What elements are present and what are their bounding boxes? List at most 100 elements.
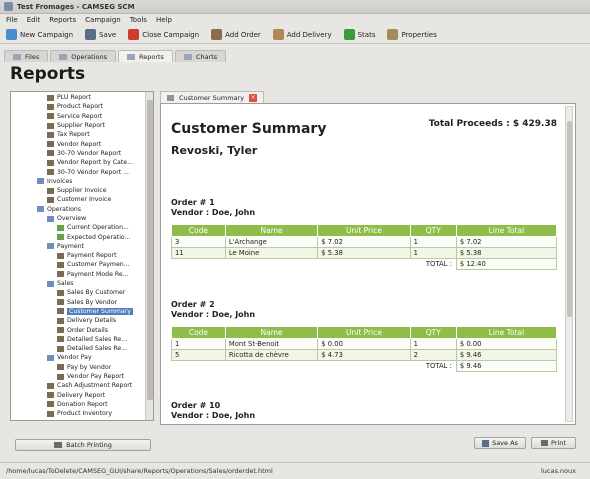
customer-name: Revoski, Tyler xyxy=(171,144,258,157)
tree-item-label: Operations xyxy=(47,205,82,213)
tree-item[interactable]: Invoices xyxy=(11,177,153,186)
tree-item[interactable]: Donation Report xyxy=(11,400,153,409)
report-icon xyxy=(47,131,54,138)
tree-item[interactable]: Supplier Invoice xyxy=(11,186,153,195)
menu-reports[interactable]: Reports xyxy=(49,16,76,24)
column-header: Name xyxy=(224,224,319,237)
tree-item[interactable]: Delivery Report xyxy=(11,391,153,400)
tree-item[interactable]: Pay by Vendor xyxy=(11,363,153,372)
properties-button[interactable]: Properties xyxy=(385,27,438,43)
tree-item-label: PLU Report xyxy=(57,94,91,102)
tree-item[interactable]: Customer Paymen... xyxy=(11,260,153,269)
column-header: Unit Price xyxy=(317,326,411,339)
close-icon[interactable]: × xyxy=(249,93,258,102)
tab-reports[interactable]: Reports xyxy=(118,50,173,62)
tree-item[interactable]: Payment xyxy=(11,242,153,251)
report-icon xyxy=(57,373,64,380)
add-order-button[interactable]: Add Order xyxy=(209,27,263,43)
tree-item[interactable]: Expected Operatio... xyxy=(11,232,153,241)
tree-item[interactable]: 30-70 Vendor Report xyxy=(11,149,153,158)
menu-edit[interactable]: Edit xyxy=(27,16,41,24)
tree-item-label: Vendor Report xyxy=(57,140,102,148)
tab-customer-summary[interactable]: Customer Summary × xyxy=(160,91,265,103)
new-campaign-button[interactable]: New Campaign xyxy=(4,27,75,43)
table-cell: Mont St-Benoit xyxy=(224,338,319,350)
order-total: $ 9.46 xyxy=(455,360,558,372)
tree-scrollbar-thumb[interactable] xyxy=(147,100,153,400)
close-campaign-button[interactable]: Close Campaign xyxy=(126,27,201,43)
table-cell: Ricotta de chèvre xyxy=(224,349,319,361)
tree-item[interactable]: Vendor Pay Report xyxy=(11,372,153,381)
tree-item[interactable]: Payment Mode Re... xyxy=(11,270,153,279)
toolbar-label: Save xyxy=(99,30,117,39)
menu-tools[interactable]: Tools xyxy=(130,16,147,24)
page-title: Reports xyxy=(10,64,86,84)
tab-charts[interactable]: Charts xyxy=(174,50,227,62)
table-cell: Le Moine xyxy=(224,247,319,259)
tree-item[interactable]: 30-70 Vendor Report ... xyxy=(11,167,153,176)
tree-item[interactable]: Vendor Report xyxy=(11,139,153,148)
tree-item[interactable]: Detailed Sales Re... xyxy=(11,335,153,344)
add-delivery-icon xyxy=(272,29,284,40)
stats-button[interactable]: Stats xyxy=(342,27,378,43)
tree-item[interactable]: Cash Adjustment Report xyxy=(11,381,153,390)
table-row: 3 L'Archange $ 7.02 1 $ 7.02 xyxy=(171,236,558,248)
status-user: lucas.noux xyxy=(541,467,576,475)
table-cell: L'Archange xyxy=(224,236,319,248)
tree-item[interactable]: Sales xyxy=(11,279,153,288)
column-header: Line Total xyxy=(455,224,558,237)
print-label: Print xyxy=(551,439,566,447)
tree-item-label: Overview xyxy=(57,215,87,222)
total-spacer xyxy=(171,360,411,372)
tree-item[interactable]: Customer Summary xyxy=(11,307,153,316)
report-icon xyxy=(47,122,54,129)
tree-item[interactable]: Product Inventory xyxy=(11,409,153,418)
batch-printing-button[interactable]: Batch Printing xyxy=(15,439,151,451)
tree-item[interactable]: Service Report xyxy=(11,112,153,121)
tab-operations[interactable]: Operations xyxy=(50,50,116,62)
tree-item[interactable]: Delivery Details xyxy=(11,316,153,325)
tree-item[interactable]: Sales By Vendor xyxy=(11,298,153,307)
report-icon xyxy=(47,410,54,417)
column-header: Line Total xyxy=(455,326,558,339)
tree-item[interactable]: Product Report xyxy=(11,102,153,111)
tree-item[interactable]: Customer Invoice xyxy=(11,195,153,204)
tree-item-label: Product Inventory xyxy=(57,410,113,418)
menu-file[interactable]: File xyxy=(6,16,18,24)
tree-item[interactable]: Order Report xyxy=(11,418,153,421)
save-as-button[interactable]: Save As xyxy=(474,437,526,449)
document-scrollbar[interactable] xyxy=(565,106,573,422)
document-scrollbar-thumb[interactable] xyxy=(567,121,572,317)
tree-item-label: Sales xyxy=(57,280,74,288)
table-cell: 1 xyxy=(171,338,226,350)
report-icon xyxy=(47,150,54,157)
tree-item-label: Customer Paymen... xyxy=(67,261,130,269)
tree-item[interactable]: Order Details xyxy=(11,325,153,334)
column-header: Name xyxy=(224,326,319,339)
tree-item[interactable]: Vendor Pay xyxy=(11,353,153,362)
total-label: TOTAL : xyxy=(410,258,457,270)
tree-item[interactable]: Sales By Customer xyxy=(11,288,153,297)
report-icon xyxy=(57,299,64,306)
batch-printing-label: Batch Printing xyxy=(66,441,112,449)
tree-item[interactable]: Payment Report xyxy=(11,251,153,260)
tab-files[interactable]: Files xyxy=(4,50,49,62)
report-icon xyxy=(57,261,64,268)
tree-item[interactable]: PLU Report xyxy=(11,93,153,102)
save-button[interactable]: Save xyxy=(83,27,118,43)
tree-item[interactable]: Tax Report xyxy=(11,130,153,139)
menu-campaign[interactable]: Campaign xyxy=(85,16,121,24)
tree-item[interactable]: Overview xyxy=(11,214,153,223)
tree-scrollbar[interactable] xyxy=(145,92,153,420)
menu-help[interactable]: Help xyxy=(156,16,172,24)
tree-item[interactable]: Operations xyxy=(11,205,153,214)
folder-icon xyxy=(47,243,54,250)
save-as-label: Save As xyxy=(492,439,518,447)
add-delivery-button[interactable]: Add Delivery xyxy=(271,27,334,43)
tree-item[interactable]: Supplier Report xyxy=(11,121,153,130)
tree-item[interactable]: Vendor Report by Cate... xyxy=(11,158,153,167)
print-button[interactable]: Print xyxy=(531,437,576,449)
tree-item[interactable]: Detailed Sales Re... xyxy=(11,344,153,353)
toolbar: New Campaign Save Close Campaign Add Order A… xyxy=(0,26,590,44)
tree-item[interactable]: Current Operation... xyxy=(11,223,153,232)
